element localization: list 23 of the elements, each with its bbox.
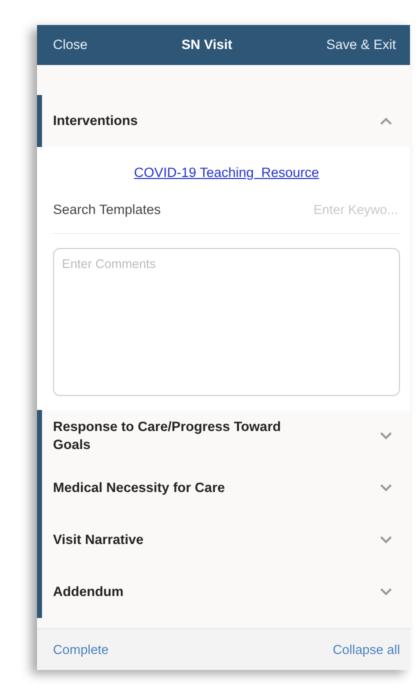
comments-field[interactable]: Enter Comments bbox=[53, 248, 400, 396]
resource-link[interactable]: COVID-19 Teaching Resource bbox=[134, 165, 320, 180]
chevron-down-icon bbox=[380, 484, 392, 492]
collapse-all-button[interactable]: Collapse all bbox=[332, 640, 400, 660]
section-header[interactable]: Visit Narrative bbox=[37, 514, 410, 566]
close-button[interactable]: Close bbox=[53, 34, 88, 56]
complete-button[interactable]: Complete bbox=[53, 640, 109, 660]
section-title: Response to Care/Progress Toward Goals bbox=[53, 418, 282, 454]
chevron-down-icon bbox=[380, 536, 392, 544]
section-header[interactable]: Response to Care/Progress Toward Goals bbox=[37, 410, 410, 462]
section-header[interactable]: Interventions bbox=[37, 95, 410, 147]
section-title: Visit Narrative bbox=[53, 530, 144, 548]
section-header[interactable]: Medical Necessity for Care bbox=[37, 462, 410, 514]
section-header[interactable]: Addendum bbox=[37, 566, 410, 618]
chevron-down-icon bbox=[380, 432, 392, 440]
screen-title: SN Visit bbox=[181, 36, 232, 54]
section-title: Medical Necessity for Care bbox=[53, 478, 225, 496]
save-exit-button[interactable]: Save & Exit bbox=[326, 34, 396, 56]
section-title: Interventions bbox=[53, 112, 138, 130]
section-title: Addendum bbox=[53, 582, 124, 600]
chevron-up-icon bbox=[380, 117, 392, 125]
chevron-down-icon bbox=[380, 588, 392, 596]
search-label: Search Templates bbox=[53, 200, 161, 219]
